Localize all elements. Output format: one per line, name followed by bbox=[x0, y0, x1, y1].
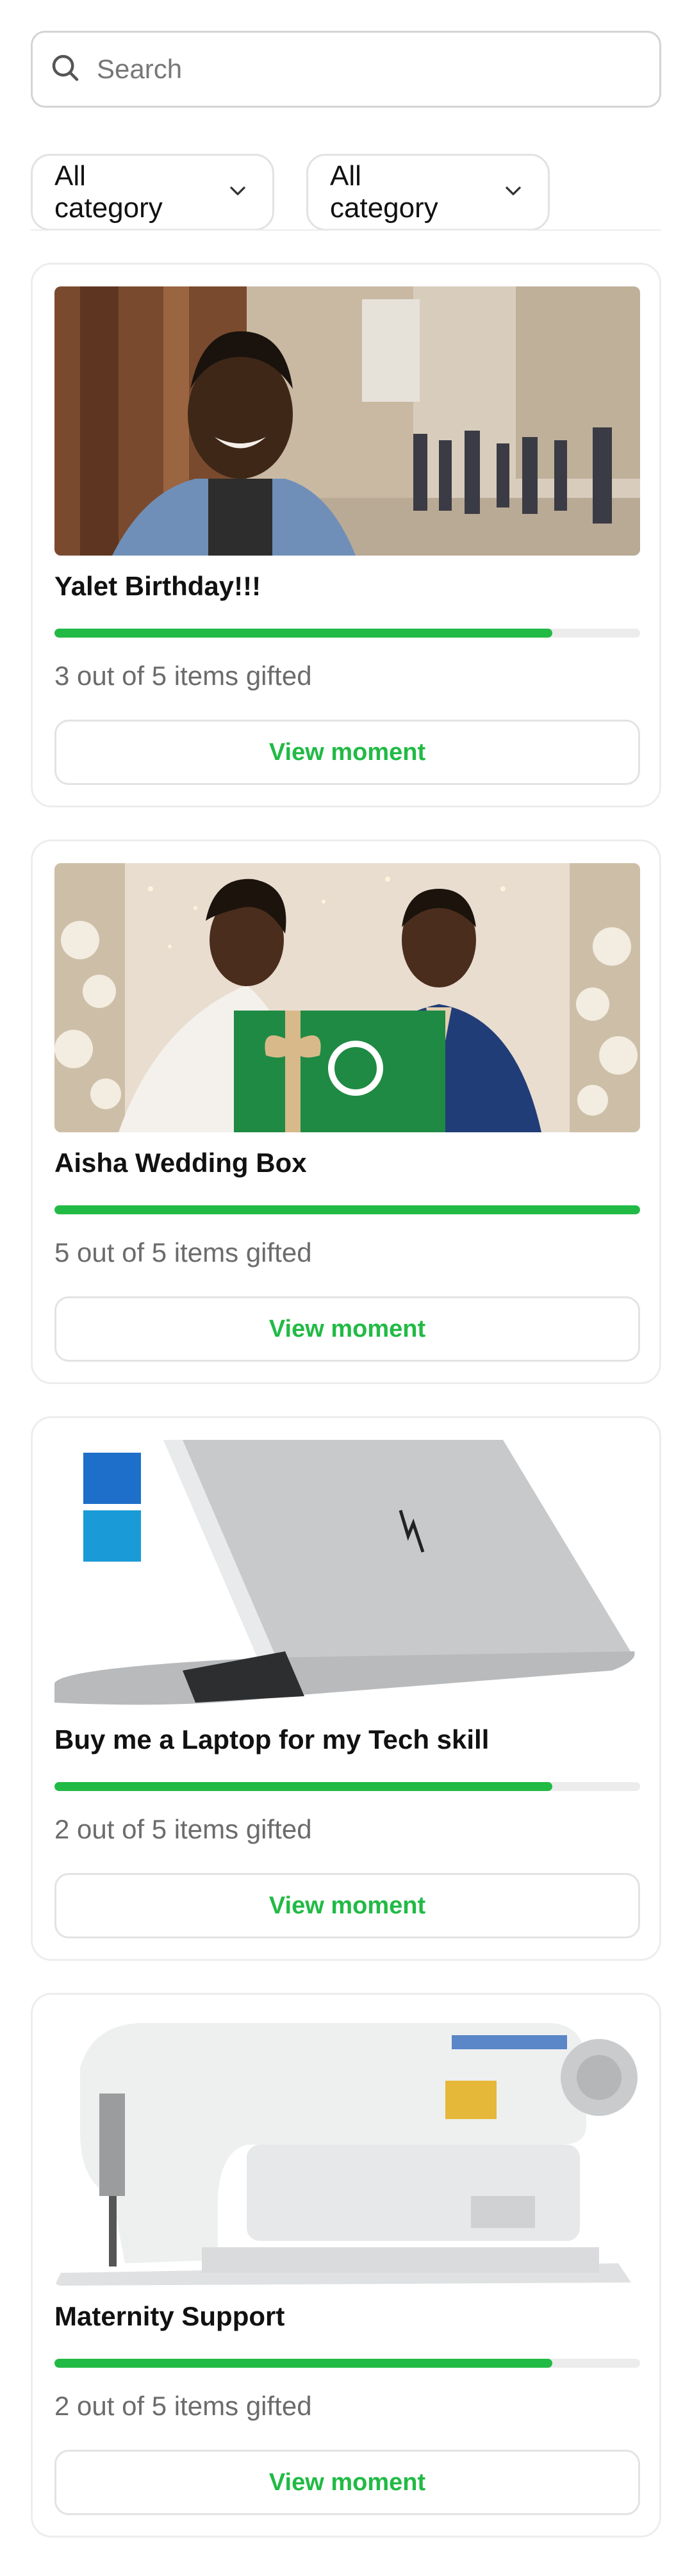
category-filter-label-2: All category bbox=[330, 160, 438, 224]
category-filter-dropdown[interactable]: All category bbox=[31, 154, 274, 231]
moment-title: Maternity Support bbox=[54, 2301, 285, 2331]
chevron-down-icon bbox=[476, 178, 526, 207]
progress-bar bbox=[54, 629, 640, 638]
moment-title: Aisha Wedding Box bbox=[54, 1148, 307, 1178]
moment-image bbox=[54, 2017, 640, 2286]
view-moment-button[interactable]: View moment bbox=[54, 1873, 640, 1938]
moment-image bbox=[54, 286, 640, 556]
search-input[interactable]: Search bbox=[31, 31, 661, 108]
moment-card: Aisha Wedding Box 5 out of 5 items gifte… bbox=[31, 839, 661, 1384]
progress-fill bbox=[54, 1782, 552, 1791]
progress-fill bbox=[54, 2359, 552, 2368]
moment-card: Maternity Support 2 out of 5 items gifte… bbox=[31, 1993, 661, 2538]
moment-card: Buy me a Laptop for my Tech skill 2 out … bbox=[31, 1416, 661, 1961]
category-filter-dropdown-2[interactable]: All category bbox=[306, 154, 550, 231]
moment-image bbox=[54, 1440, 640, 1709]
search-placeholder: Search bbox=[97, 54, 183, 84]
moment-image bbox=[54, 863, 640, 1132]
progress-bar bbox=[54, 1782, 640, 1791]
progress-fill bbox=[54, 1205, 640, 1214]
category-filter-label: All category bbox=[54, 160, 163, 224]
progress-bar bbox=[54, 1205, 640, 1214]
moment-card: Yalet Birthday!!! 3 out of 5 items gifte… bbox=[31, 263, 661, 807]
gift-status: 2 out of 5 items gifted bbox=[54, 2391, 312, 2421]
view-moment-button[interactable]: View moment bbox=[54, 1296, 640, 1362]
view-moment-button[interactable]: View moment bbox=[54, 720, 640, 785]
search-icon bbox=[48, 51, 83, 88]
gift-status: 2 out of 5 items gifted bbox=[54, 1814, 312, 1844]
progress-bar bbox=[54, 2359, 640, 2368]
filter-divider bbox=[31, 229, 661, 231]
gift-status: 3 out of 5 items gifted bbox=[54, 661, 312, 691]
view-moment-button[interactable]: View moment bbox=[54, 2450, 640, 2515]
moment-title: Buy me a Laptop for my Tech skill bbox=[54, 1724, 490, 1754]
gift-status: 5 out of 5 items gifted bbox=[54, 1237, 312, 1267]
moment-title: Yalet Birthday!!! bbox=[54, 571, 261, 601]
progress-fill bbox=[54, 629, 552, 638]
chevron-down-icon bbox=[201, 178, 251, 207]
filter-bar: All category All category bbox=[31, 154, 661, 231]
